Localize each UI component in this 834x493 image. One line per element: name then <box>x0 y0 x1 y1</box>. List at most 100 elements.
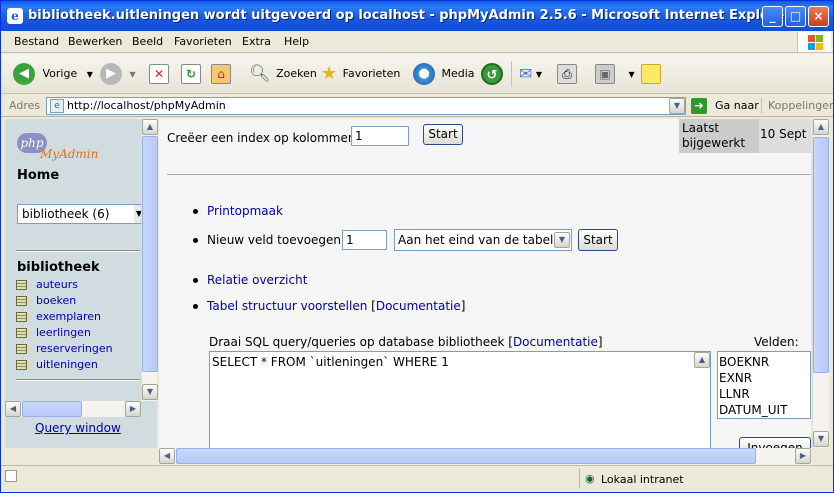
sql-documentation-link[interactable]: Documentatie <box>513 335 598 349</box>
status-bar: ◉ Lokaal intranet <box>1 465 833 492</box>
toolbar: ◀ Vorige ▼ ▶ ▼ ✕ ↻ ⌂ 🔍︎ Zoeken ★ Favorie… <box>1 54 833 94</box>
fields-listbox[interactable]: BOEKNR EXNR LLNR DATUM_UIT <box>717 351 811 419</box>
address-dropdown-button[interactable]: ▼ <box>669 98 685 114</box>
separator <box>761 98 762 114</box>
field-option[interactable]: DATUM_UIT <box>719 402 810 418</box>
sidebar-vertical-scrollbar[interactable]: ▲ ▼ <box>141 119 158 401</box>
media-button[interactable]: ● Media <box>413 62 475 86</box>
mail-button[interactable]: ✉ ▼ <box>519 62 542 86</box>
new-field-start-button[interactable]: Start <box>578 229 618 251</box>
index-label: Creëer een index op kolommen <box>167 131 356 145</box>
table-link-leerlingen[interactable]: leerlingen <box>16 326 91 339</box>
new-field-count-input[interactable]: 1 <box>342 230 387 250</box>
sidebar-horizontal-scrollbar[interactable]: ◀ ▶ <box>5 401 141 417</box>
menu-extra[interactable]: Extra <box>242 35 271 48</box>
go-button[interactable]: ➜ Ga naar <box>691 97 759 115</box>
database-select[interactable]: bibliotheek (6) ▼ <box>17 204 145 224</box>
close-button[interactable]: × <box>808 6 829 27</box>
window-title: bibliotheek.uitleningen wordt uitgevoerd… <box>28 8 791 23</box>
field-option[interactable]: EXNR <box>719 370 810 386</box>
menu-beeld[interactable]: Beeld <box>132 35 163 48</box>
index-columns-input[interactable]: 1 <box>351 126 409 146</box>
address-input[interactable]: e http://localhost/phpMyAdmin <box>46 97 686 115</box>
insert-button[interactable]: Invoegen <box>739 437 811 448</box>
forward-arrow-icon: ▶ <box>100 63 122 85</box>
left-frame: php MyAdmin Home bibliotheek (6) ▼ bibli… <box>5 119 158 401</box>
browser-window: e bibliotheek.uitleningen wordt uitgevoe… <box>0 0 834 493</box>
query-window-link[interactable]: Query window <box>35 421 121 435</box>
scroll-thumb[interactable] <box>22 401 82 417</box>
history-icon: ↺ <box>481 63 503 85</box>
home-button[interactable]: ⌂ <box>211 62 231 86</box>
title-bar: e bibliotheek.uitleningen wordt uitgevoe… <box>1 1 833 31</box>
search-icon: 🔍︎ <box>249 64 271 84</box>
favorites-button[interactable]: ★ Favorieten <box>321 62 400 86</box>
menu-bar: Bestand Bewerken Beeld Favorieten Extra … <box>1 31 833 53</box>
main-vertical-scrollbar[interactable]: ▲ ▼ <box>812 119 829 448</box>
stop-button[interactable]: ✕ <box>149 62 169 86</box>
menu-help[interactable]: Help <box>284 35 309 48</box>
scroll-thumb[interactable] <box>142 136 158 372</box>
myadmin-logo: MyAdmin <box>40 147 99 161</box>
field-position-select[interactable]: Aan het eind van de tabel ▼ <box>394 229 572 251</box>
menu-favorieten[interactable]: Favorieten <box>174 35 232 48</box>
table-link-uitleningen[interactable]: uitleningen <box>16 358 98 371</box>
fields-label: Velden: <box>754 335 799 349</box>
stop-icon: ✕ <box>149 64 169 84</box>
scroll-up-button[interactable]: ▲ <box>142 119 158 135</box>
table-link-boeken[interactable]: boeken <box>16 294 76 307</box>
table-link-auteurs[interactable]: auteurs <box>16 278 78 291</box>
print-view-link[interactable]: Printopmaak <box>207 204 283 218</box>
table-icon <box>16 328 27 338</box>
search-button[interactable]: 🔍︎ Zoeken <box>249 62 317 86</box>
links-button[interactable]: Koppelingen <box>768 99 833 112</box>
scroll-right-button[interactable]: ▶ <box>795 448 811 464</box>
last-updated-label: Laatst bijgewerkt <box>679 119 759 153</box>
note-icon <box>641 64 661 84</box>
field-option[interactable]: BOEKNR <box>719 354 810 370</box>
scroll-thumb[interactable] <box>176 448 756 464</box>
index-start-button[interactable]: Start <box>423 124 463 145</box>
address-bar: Adres e http://localhost/phpMyAdmin ▼ ➜ … <box>1 95 833 117</box>
chevron-down-icon: ▼ <box>86 70 93 79</box>
relation-overview-link[interactable]: Relatie overzicht <box>207 273 307 287</box>
scroll-up-button[interactable]: ▲ <box>694 352 710 368</box>
minimize-button[interactable]: _ <box>762 6 783 27</box>
scroll-right-button[interactable]: ▶ <box>125 401 141 417</box>
bullet <box>193 238 198 243</box>
sql-query-textarea[interactable]: SELECT * FROM `uitleningen` WHERE 1 ▲ <box>209 351 711 448</box>
documentation-link[interactable]: Documentatie <box>376 299 461 313</box>
propose-structure-row: Tabel structuur voorstellen [Documentati… <box>207 299 466 313</box>
database-title[interactable]: bibliotheek <box>17 260 100 275</box>
scroll-left-button[interactable]: ◀ <box>5 401 21 417</box>
main-horizontal-scrollbar[interactable]: ◀ ▶ <box>159 448 812 465</box>
divider <box>16 379 140 381</box>
mail-icon: ✉ <box>519 64 533 83</box>
propose-structure-link[interactable]: Tabel structuur voorstellen <box>207 299 367 313</box>
messenger-button[interactable] <box>641 62 661 86</box>
history-button[interactable]: ↺ <box>481 62 503 86</box>
scroll-down-button[interactable]: ▼ <box>142 384 158 400</box>
maximize-button[interactable]: □ <box>785 6 806 27</box>
print-button[interactable]: ⎙ <box>557 62 577 86</box>
table-link-reserveringen[interactable]: reserveringen <box>16 342 113 355</box>
edit-button[interactable]: ▣ ▼ <box>595 62 635 86</box>
scroll-up-button[interactable]: ▲ <box>813 119 829 135</box>
chevron-down-icon: ▼ <box>129 70 136 79</box>
menu-bestand[interactable]: Bestand <box>14 35 59 48</box>
scroll-thumb[interactable] <box>813 137 829 373</box>
forward-button[interactable]: ▶ ▼ <box>100 62 136 86</box>
menu-bewerken[interactable]: Bewerken <box>68 35 122 48</box>
field-option[interactable]: LLNR <box>719 386 810 402</box>
home-link[interactable]: Home <box>17 168 59 183</box>
table-link-exemplaren[interactable]: exemplaren <box>16 310 101 323</box>
back-button[interactable]: ◀ Vorige ▼ <box>13 62 93 86</box>
bullet <box>193 278 198 283</box>
scroll-left-button[interactable]: ◀ <box>159 448 175 464</box>
last-updated-value: 10 Sept 2 <box>759 119 811 153</box>
page-icon: e <box>50 99 64 113</box>
refresh-button[interactable]: ↻ <box>181 62 201 86</box>
windows-logo <box>797 32 831 52</box>
divider <box>16 250 140 252</box>
scroll-down-button[interactable]: ▼ <box>813 431 829 447</box>
